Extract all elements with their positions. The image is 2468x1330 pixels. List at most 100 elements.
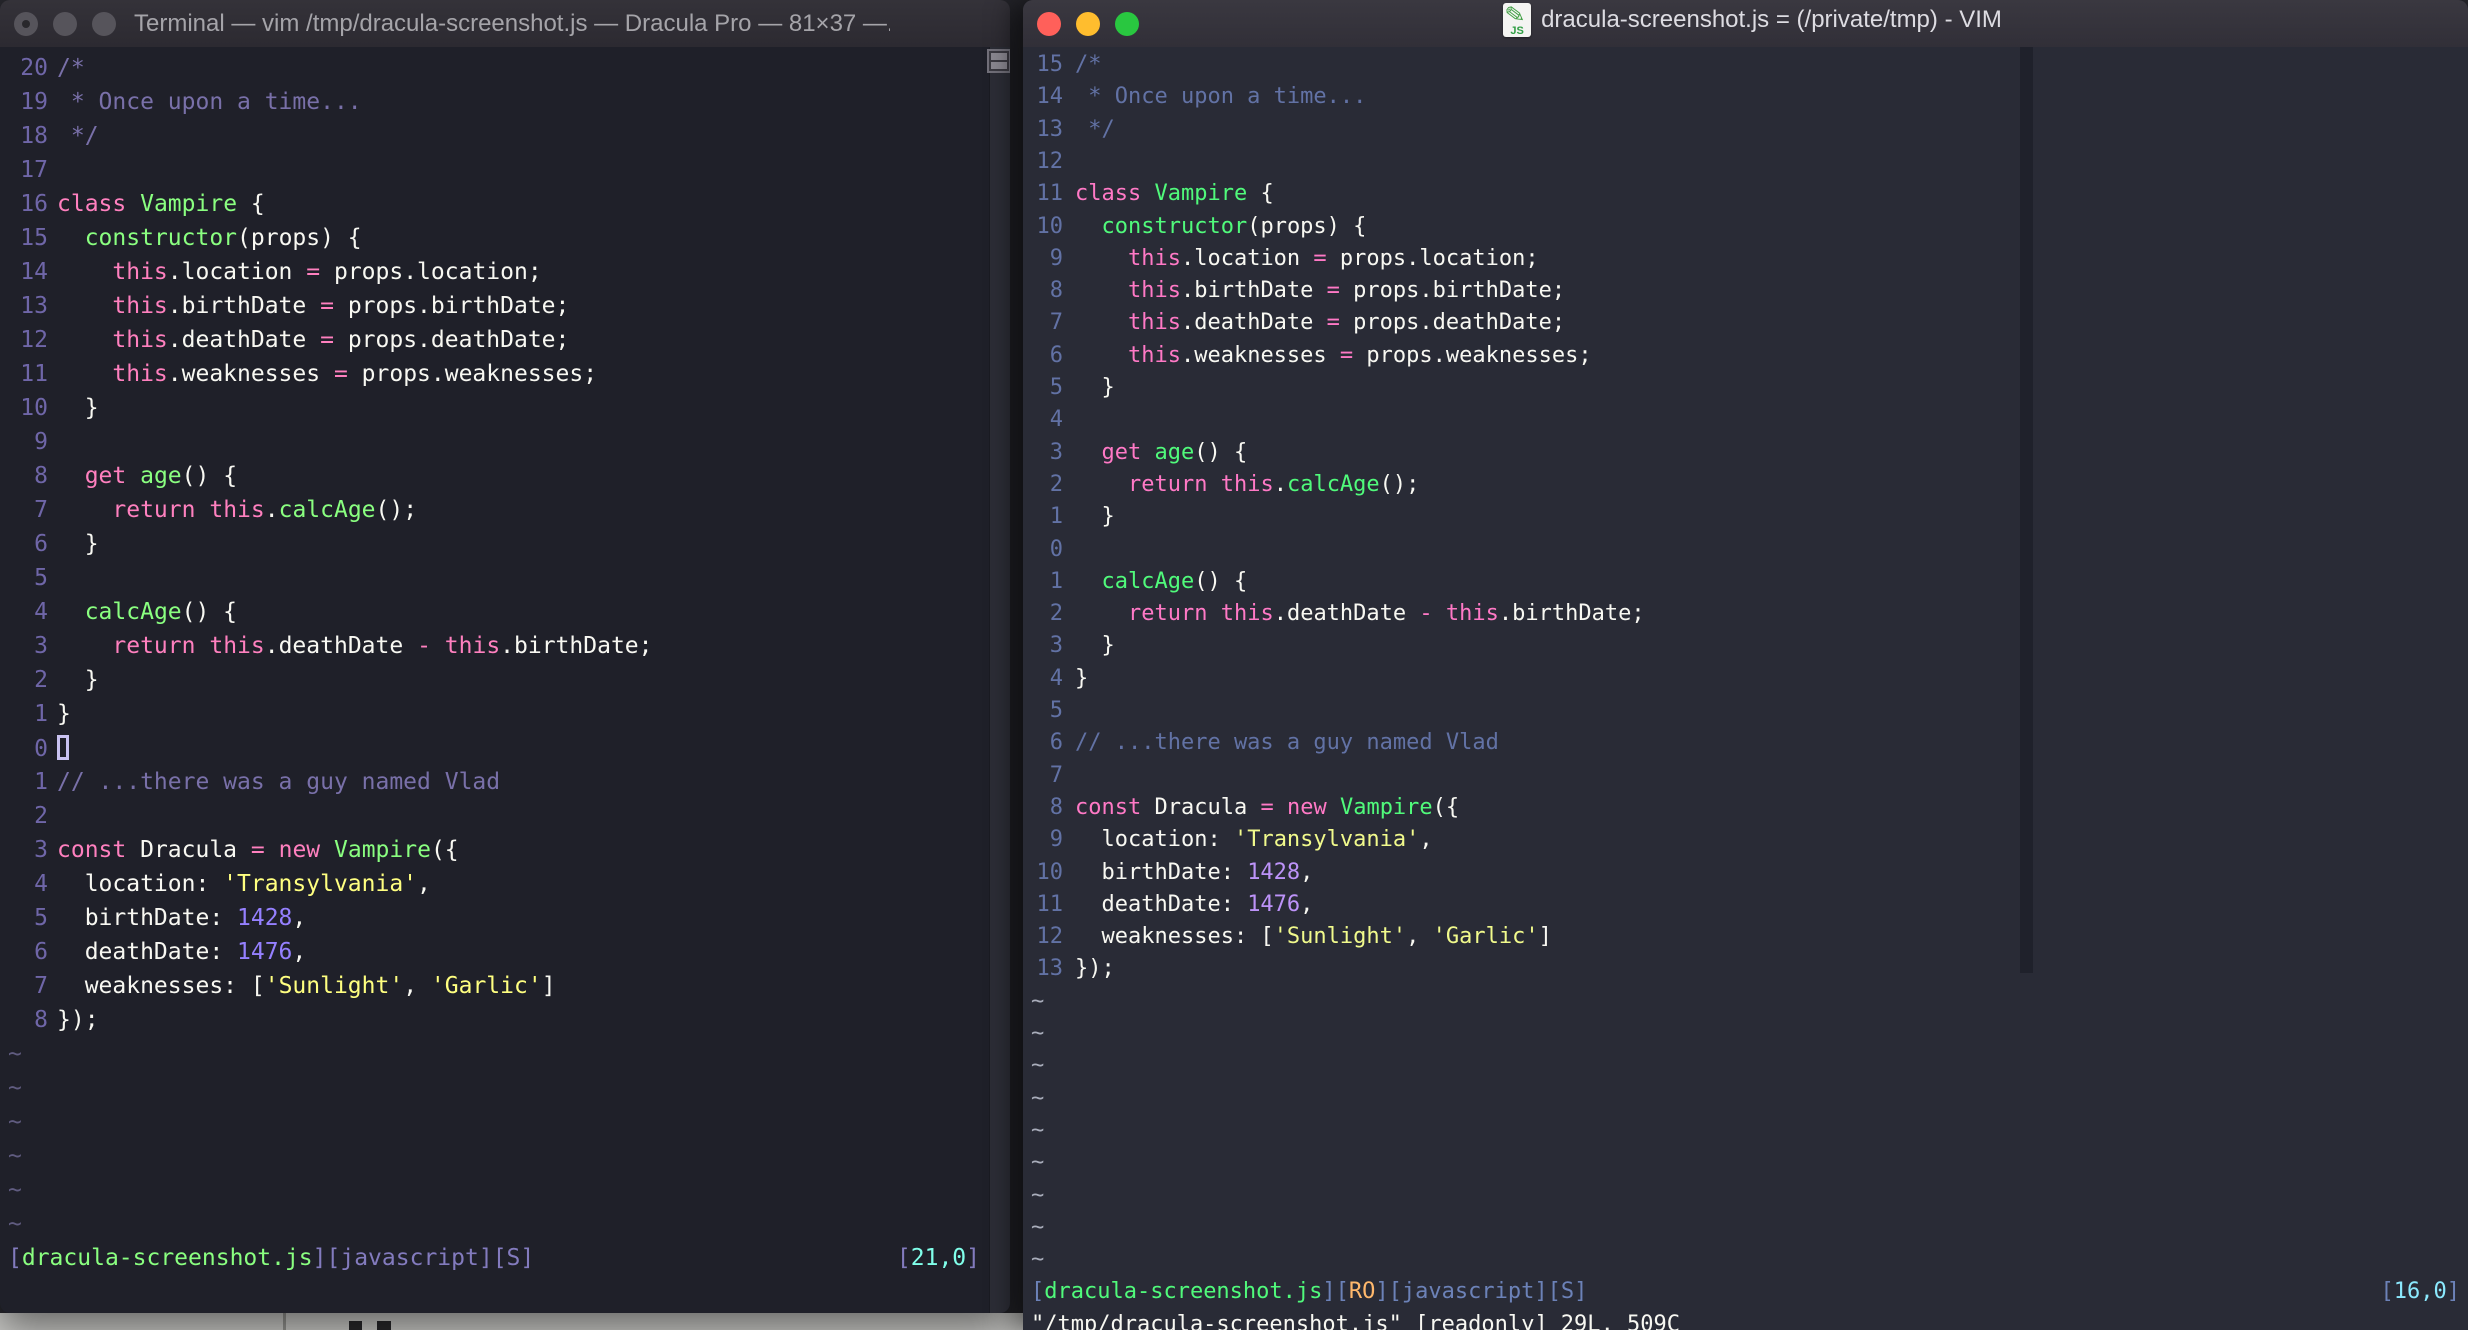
line-number: 8 xyxy=(1049,794,1063,820)
code-token: (props) { xyxy=(237,225,362,251)
line-number: 6 xyxy=(34,531,48,557)
terminal-scrollbar[interactable] xyxy=(987,47,1010,1313)
code-line: 11 deathDate: 1476, xyxy=(1023,889,2468,921)
code-line: 0 xyxy=(0,731,1010,765)
code-token: class xyxy=(1075,181,1142,207)
line-number: 20 xyxy=(20,55,48,81)
code-token: Vampire xyxy=(1339,794,1433,820)
tilde-line: ~ xyxy=(1023,1180,2468,1212)
code-token: .weaknesses xyxy=(167,361,334,387)
line-number: 9 xyxy=(34,429,48,455)
code-token: Vampire xyxy=(334,837,431,863)
code-token: calcAge xyxy=(278,497,376,523)
code-token: 1476 xyxy=(1247,891,1301,917)
code-token: , xyxy=(1300,859,1314,885)
code-line: 7 this.deathDate = props.deathDate; xyxy=(1023,307,2468,339)
code-line: 6 } xyxy=(0,527,1010,561)
code-token: Vampire xyxy=(140,191,238,217)
macvim-scrollbar-thumb[interactable] xyxy=(2020,47,2033,973)
macvim-titlebar[interactable]: ✎ JS dracula-screenshot.js = (/private/t… xyxy=(1023,0,2468,48)
line-number: 1 xyxy=(34,769,48,795)
code-token: return xyxy=(1127,471,1208,497)
code-token: } xyxy=(1075,633,1115,659)
vim-text-area[interactable]: 15/* 14 * Once upon a time... 13 */12 11 cla… xyxy=(1023,47,2468,1330)
code-token: ][ xyxy=(478,1245,507,1271)
code-token: props.deathDate; xyxy=(1339,310,1566,336)
zoom-button[interactable] xyxy=(1115,11,1139,36)
split-pane-icon[interactable] xyxy=(987,49,1010,73)
line-number: 4 xyxy=(34,871,48,897)
code-token: , xyxy=(1406,924,1433,950)
code-token: /* xyxy=(1075,52,1102,77)
code-token: } xyxy=(57,395,99,421)
line-number: 4 xyxy=(34,599,48,625)
minimize-button[interactable] xyxy=(1076,11,1100,36)
code-line: 4 calcAge() { xyxy=(0,595,1010,629)
code-line: 8 const Dracula = new Vampire({ xyxy=(1023,792,2468,824)
code-token: Dracula xyxy=(126,837,251,863)
code-token: this xyxy=(1220,601,1274,627)
code-token: [ xyxy=(8,1245,22,1271)
line-number: 3 xyxy=(34,837,48,863)
code-token: this xyxy=(209,497,265,523)
code-token: .birthDate; xyxy=(1498,601,1645,627)
code-line: 5 xyxy=(1023,695,2468,727)
line-number: 10 xyxy=(1036,859,1064,885)
tilde: ~ xyxy=(8,1041,22,1067)
code-token: */ xyxy=(1075,116,1115,142)
code-line: 13 */ xyxy=(1023,114,2468,146)
tilde-line: ~ xyxy=(1023,1050,2468,1082)
terminal-titlebar[interactable]: Terminal — vim /tmp/dracula-screenshot.j… xyxy=(0,0,1010,48)
line-number: 6 xyxy=(34,939,48,965)
code-token: = xyxy=(320,327,334,353)
code-line: 17 xyxy=(0,153,1010,187)
code-token: = xyxy=(250,837,265,863)
code-token: return xyxy=(112,497,196,523)
code-token: ][ xyxy=(1322,1279,1349,1305)
minimize-button[interactable] xyxy=(53,11,77,36)
code-line: 15 /* xyxy=(1023,49,2468,81)
code-line: 10 constructor(props) { xyxy=(1023,211,2468,243)
tilde-line: ~ xyxy=(1023,986,2468,1018)
line-number: 6 xyxy=(1049,730,1063,756)
code-token: S xyxy=(506,1245,521,1271)
vim-text-area[interactable]: 20/* 19 * Once upon a time... 18 */17 16 cla… xyxy=(0,47,1010,1313)
code-token: javascript xyxy=(340,1245,479,1271)
code-line: 7 weaknesses: ['Sunlight', 'Garlic'] xyxy=(0,969,1010,1003)
vim-command-line xyxy=(0,1275,1010,1309)
code-token: this xyxy=(1127,245,1181,271)
code-token: * Once upon a time... xyxy=(57,89,362,115)
tilde-line: ~ xyxy=(0,1139,1010,1173)
tilde: ~ xyxy=(8,1109,22,1135)
line-number: 3 xyxy=(1049,439,1063,465)
close-button[interactable] xyxy=(14,11,38,36)
code-token: this xyxy=(1127,310,1181,336)
code-token: const xyxy=(1075,794,1142,820)
code-token: .birthDate xyxy=(167,293,321,319)
code-token: RO xyxy=(1348,1279,1376,1305)
code-token: , xyxy=(292,905,307,931)
code-line: 3 } xyxy=(1023,630,2468,662)
code-line: 3 const Dracula = new Vampire({ xyxy=(0,833,1010,867)
tilde-line: ~ xyxy=(0,1207,1010,1241)
line-number: 12 xyxy=(20,327,48,353)
code-token: S xyxy=(1560,1279,1575,1305)
zoom-button[interactable] xyxy=(92,11,116,36)
code-line: 6 deathDate: 1476, xyxy=(0,935,1010,969)
code-token: ][ xyxy=(1534,1279,1561,1305)
line-number: 3 xyxy=(1049,633,1063,659)
close-button[interactable] xyxy=(1037,11,1061,36)
line-number: 1 xyxy=(1049,504,1063,530)
code-token: () { xyxy=(181,599,238,625)
code-token: // ...there was a guy named Vlad xyxy=(57,769,501,795)
code-line: 9 xyxy=(0,425,1010,459)
